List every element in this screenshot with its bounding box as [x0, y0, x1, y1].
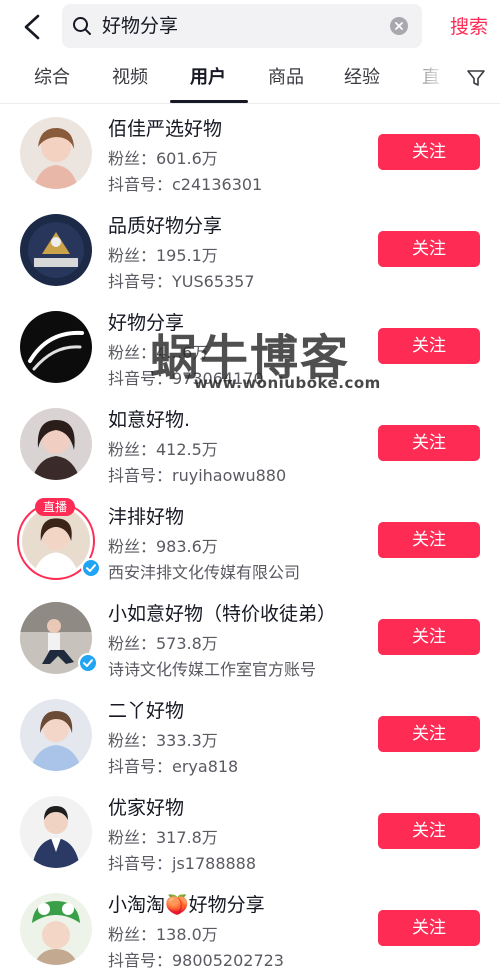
tab-videos[interactable]: 视频: [112, 54, 148, 102]
user-name: 佰佳严选好物: [108, 118, 223, 140]
fan-count: 粉丝：412.5万: [108, 440, 218, 459]
douyin-id: 抖音号：YUS65357: [108, 272, 255, 291]
back-button[interactable]: [14, 10, 50, 44]
tab-experience[interactable]: 经验: [344, 54, 380, 102]
list-item[interactable]: 二丫好物 粉丝：333.3万 抖音号：erya818 关注: [0, 686, 500, 783]
douyin-id: 抖音号：98005202723: [108, 951, 284, 970]
verified-description: 西安沣排文化传媒有限公司: [108, 563, 301, 582]
search-tabs: 综合 视频 用户 商品 经验 直: [0, 54, 500, 104]
follow-button[interactable]: 关注: [378, 522, 480, 558]
clear-icon[interactable]: [390, 17, 408, 35]
user-name: 小如意好物（特价收徒弟）: [108, 603, 337, 625]
avatar[interactable]: [20, 893, 92, 965]
fan-count: 粉丝：983.6万: [108, 537, 218, 556]
fan-count: 粉丝：317.8万: [108, 828, 218, 847]
active-tab-indicator: [170, 100, 248, 103]
top-search-bar: 好物分享 搜索: [0, 0, 500, 54]
follow-button[interactable]: 关注: [378, 328, 480, 364]
avatar[interactable]: [20, 311, 92, 383]
avatar[interactable]: [20, 796, 92, 868]
avatar[interactable]: [20, 699, 92, 771]
follow-button[interactable]: 关注: [378, 910, 480, 946]
user-name: 如意好物.: [108, 409, 191, 431]
list-item[interactable]: 直播 沣排好物 粉丝：983.6万 西安沣排文化传媒有限公司 关注: [0, 492, 500, 589]
tab-fade-overlay: [400, 54, 466, 102]
avatar[interactable]: [20, 117, 92, 189]
verified-icon: [78, 653, 98, 673]
fan-count: 粉丝：601.6万: [108, 149, 218, 168]
follow-button[interactable]: 关注: [378, 231, 480, 267]
douyin-id: 抖音号：973064170: [108, 369, 264, 388]
list-item[interactable]: 小淘淘🍑好物分享 粉丝：138.0万 抖音号：98005202723 关注: [0, 880, 500, 977]
tab-products[interactable]: 商品: [268, 54, 304, 102]
follow-button[interactable]: 关注: [378, 716, 480, 752]
fan-count: 粉丝：195.1万: [108, 246, 218, 265]
live-badge: 直播: [35, 498, 75, 516]
user-name: 二丫好物: [108, 700, 185, 722]
verified-icon: [81, 558, 101, 578]
avatar[interactable]: [20, 214, 92, 286]
search-button[interactable]: 搜索: [450, 0, 488, 54]
list-item[interactable]: 优家好物 粉丝：317.8万 抖音号：js1788888 关注: [0, 783, 500, 880]
list-item[interactable]: 品质好物分享 粉丝：195.1万 抖音号：YUS65357 关注: [0, 201, 500, 298]
search-icon: [73, 17, 91, 35]
tab-users[interactable]: 用户: [190, 54, 226, 102]
user-name: 小淘淘🍑好物分享: [108, 894, 265, 916]
filter-icon[interactable]: [466, 68, 486, 88]
fan-count: 粉丝：4…6万: [108, 343, 209, 362]
follow-button[interactable]: 关注: [378, 813, 480, 849]
chevron-left-icon: [24, 14, 40, 40]
list-item[interactable]: 佰佳严选好物 粉丝：601.6万 抖音号：c24136301 关注: [0, 104, 500, 201]
search-query-text: 好物分享: [102, 15, 179, 37]
list-item[interactable]: 小如意好物（特价收徒弟） 粉丝：573.8万 诗诗文化传媒工作室官方账号 关注: [0, 589, 500, 686]
search-input[interactable]: 好物分享: [62, 4, 422, 48]
fan-count: 粉丝：138.0万: [108, 925, 218, 944]
fan-count: 粉丝：333.3万: [108, 731, 218, 750]
douyin-id: 抖音号：erya818: [108, 757, 239, 776]
user-name: 沣排好物: [108, 506, 185, 528]
avatar[interactable]: [20, 408, 92, 480]
tab-general[interactable]: 综合: [34, 54, 70, 102]
list-item[interactable]: 好物分享 粉丝：4…6万 抖音号：973064170 关注: [0, 298, 500, 395]
douyin-id: 抖音号：c24136301: [108, 175, 263, 194]
verified-description: 诗诗文化传媒工作室官方账号: [108, 660, 317, 679]
douyin-id: 抖音号：js1788888: [108, 854, 257, 873]
user-name: 好物分享: [108, 312, 185, 334]
follow-button[interactable]: 关注: [378, 134, 480, 170]
follow-button[interactable]: 关注: [378, 619, 480, 655]
user-name: 优家好物: [108, 797, 185, 819]
list-item[interactable]: 如意好物. 粉丝：412.5万 抖音号：ruyihaowu880 关注: [0, 395, 500, 492]
fan-count: 粉丝：573.8万: [108, 634, 218, 653]
douyin-id: 抖音号：ruyihaowu880: [108, 466, 287, 485]
follow-button[interactable]: 关注: [378, 425, 480, 461]
user-name: 品质好物分享: [108, 215, 223, 237]
avatar[interactable]: 直播: [17, 498, 101, 580]
